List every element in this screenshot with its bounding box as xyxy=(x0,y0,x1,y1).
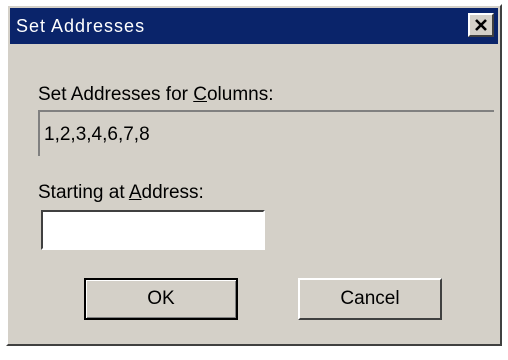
columns-label: Set Addresses for Columns: xyxy=(38,84,274,106)
set-addresses-dialog: Set Addresses Set Addresses for Columns:… xyxy=(6,4,502,346)
window-title: Set Addresses xyxy=(16,16,146,36)
close-button[interactable] xyxy=(468,13,494,37)
starting-address-input[interactable] xyxy=(41,210,265,250)
address-label-prefix: Starting at xyxy=(38,182,129,203)
columns-value: 1,2,3,4,6,7,8 xyxy=(44,124,150,145)
close-icon xyxy=(474,18,488,32)
columns-label-mnemonic: C xyxy=(193,84,207,105)
cancel-button[interactable]: Cancel xyxy=(298,278,442,320)
columns-label-prefix: Set Addresses for xyxy=(38,84,194,105)
address-label-rest: ddress: xyxy=(141,182,204,203)
ok-button[interactable]: OK xyxy=(84,278,238,320)
columns-value-box: 1,2,3,4,6,7,8 xyxy=(38,110,494,156)
title-bar[interactable]: Set Addresses xyxy=(10,8,498,44)
columns-label-rest: olumns: xyxy=(206,84,274,105)
address-label-mnemonic: A xyxy=(128,182,142,203)
address-label: Starting at Address: xyxy=(38,182,204,204)
